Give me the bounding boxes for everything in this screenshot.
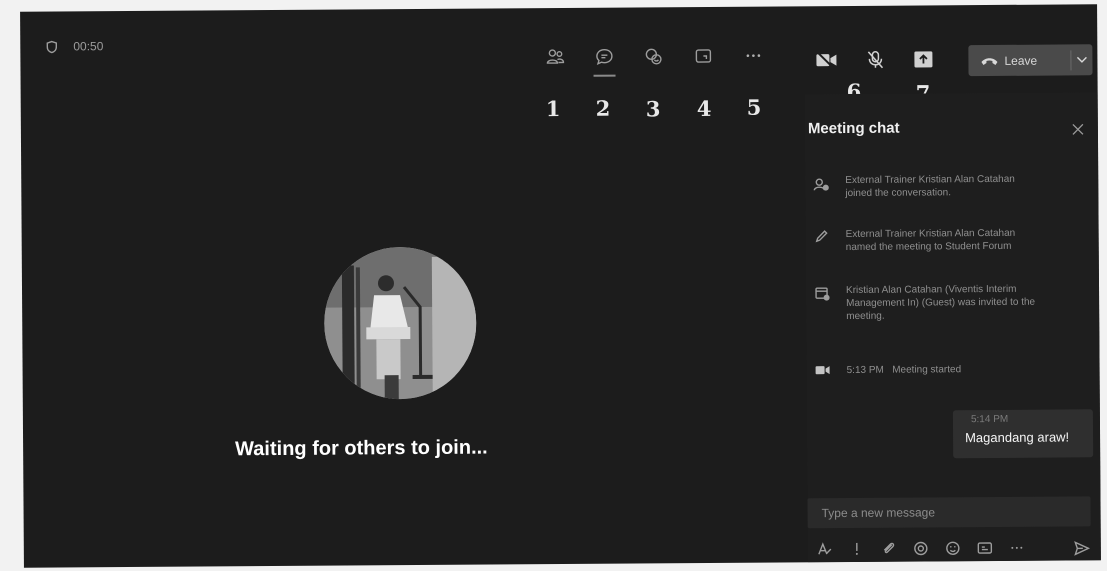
message-input[interactable]	[807, 496, 1082, 529]
event-invited: Kristian Alan Catahan (Viventis Interim …	[846, 283, 1036, 323]
format-icon	[818, 542, 832, 555]
pencil-icon	[815, 230, 828, 243]
camera-off-icon	[816, 51, 837, 69]
microphone-toggle-button[interactable]	[863, 48, 887, 72]
calendar-add-icon	[815, 287, 830, 301]
leave-button[interactable]: Leave	[968, 44, 1093, 77]
loop-button[interactable]	[912, 539, 930, 557]
event-meeting-started: 5:13 PM Meeting started	[847, 363, 1037, 377]
marker-1: 1	[545, 95, 561, 122]
chat-button[interactable]	[591, 44, 617, 70]
message-composer[interactable]	[807, 496, 1091, 529]
message-text: Magandang araw!	[965, 429, 1070, 446]
marker-2: 2	[595, 95, 611, 121]
camera-toggle-button[interactable]	[814, 48, 838, 72]
meeting-status: 00:50	[46, 39, 103, 53]
format-button[interactable]	[816, 540, 834, 558]
more-icon	[746, 54, 761, 57]
exclamation-icon	[855, 542, 858, 555]
chat-message[interactable]: 5:14 PM Magandang araw!	[952, 409, 1094, 459]
more-options-button[interactable]	[1008, 539, 1026, 557]
gif-icon	[977, 542, 993, 554]
meeting-timer: 00:50	[73, 39, 104, 54]
reactions-button[interactable]	[640, 43, 666, 69]
reactions-icon	[645, 48, 662, 65]
more-button[interactable]	[740, 43, 766, 69]
participant-avatar	[323, 246, 477, 400]
leave-main[interactable]: Leave	[968, 53, 1070, 68]
marker-5: 5	[746, 94, 762, 120]
event-text: Meeting started	[892, 364, 962, 376]
microphone-off-icon	[867, 51, 884, 69]
marker-3: 3	[645, 96, 661, 122]
hang-up-icon	[981, 57, 998, 65]
message-time: 5:14 PM	[970, 413, 1009, 426]
chat-title: Meeting chat	[807, 119, 900, 138]
rooms-icon	[695, 49, 712, 63]
leave-options-button[interactable]	[1071, 56, 1092, 63]
marker-4: 4	[696, 95, 712, 122]
waiting-message: Waiting for others to join...	[235, 436, 488, 461]
emoji-button[interactable]	[944, 539, 962, 557]
people-button[interactable]	[542, 44, 568, 70]
attach-button[interactable]	[880, 540, 898, 558]
send-icon[interactable]	[1074, 540, 1090, 556]
event-joined: External Trainer Kristian Alan Catahan j…	[845, 173, 1015, 200]
share-icon	[914, 51, 933, 68]
shield-icon	[46, 40, 58, 53]
person-add-icon	[813, 178, 829, 191]
meeting-chat-panel: Meeting chat External Trainer Kristian A…	[804, 92, 1101, 563]
compose-toolbar	[816, 539, 1026, 558]
gif-button[interactable]	[976, 539, 994, 557]
loop-icon	[914, 541, 928, 556]
chevron-down-icon	[1076, 56, 1087, 63]
rooms-button[interactable]	[690, 43, 716, 69]
emoji-icon	[946, 541, 960, 555]
priority-button[interactable]	[848, 540, 866, 558]
paperclip-icon	[883, 542, 895, 554]
participant-photo	[323, 246, 477, 400]
more-icon	[1011, 546, 1023, 549]
event-time: 5:13 PM	[846, 364, 884, 377]
close-icon[interactable]	[1071, 122, 1085, 136]
video-icon	[815, 366, 830, 375]
meeting-window: 00:50 1 2 3 4 5 6 7 Leave	[20, 4, 1101, 568]
chat-icon	[596, 48, 613, 65]
leave-label: Leave	[1004, 53, 1038, 68]
share-button[interactable]	[911, 47, 935, 71]
event-renamed: External Trainer Kristian Alan Catahan n…	[845, 227, 1016, 254]
people-icon	[546, 49, 565, 64]
